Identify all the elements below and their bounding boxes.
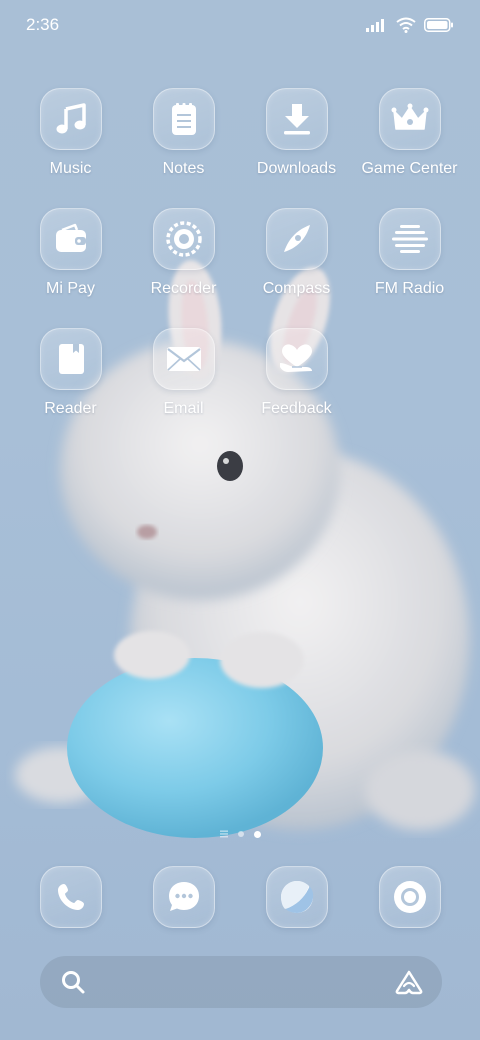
browser-icon [280,881,313,913]
app-compass[interactable]: Compass [240,208,353,298]
app-tile [265,88,328,150]
status-bar: 2:36 [0,0,480,50]
app-tile [39,88,102,150]
assistant-icon[interactable] [394,969,424,995]
app-label: Mi Pay [46,280,95,297]
app-tile [39,328,102,390]
camera-icon [393,881,426,913]
phone-icon [57,884,84,910]
app-label: Recorder [150,280,217,297]
status-icons [366,17,454,33]
menu-lines-icon [219,830,228,838]
app-feedback[interactable]: Feedback [240,328,353,418]
page-indicator[interactable] [0,830,480,838]
wifi-icon [396,17,416,33]
app-label: Downloads [256,160,337,177]
app-tile [378,866,441,928]
app-reader[interactable]: Reader [14,328,127,418]
download-icon [283,104,310,135]
notes-icon [171,103,196,135]
app-label: Compass [262,280,331,297]
dock [14,866,466,928]
app-tile [39,866,102,928]
dock-messages[interactable] [127,866,240,928]
status-time: 2:36 [26,15,60,34]
app-tile [265,328,328,390]
app-tile [265,208,328,270]
messages-icon [168,882,199,911]
app-label: Email [163,400,204,417]
page-dot[interactable] [237,831,244,837]
wallet-icon [55,223,86,252]
app-label: Notes [162,160,205,177]
battery-icon [424,18,453,32]
book-icon [58,344,84,374]
crown-icon [391,103,428,130]
app-game-center[interactable]: Game Center [353,88,466,178]
app-fm-radio[interactable]: FM Radio [353,208,466,298]
recorder-icon [165,221,202,257]
app-recorder[interactable]: Recorder [127,208,240,298]
music-icon [56,103,86,134]
app-label: FM Radio [374,280,445,297]
app-tile [265,866,328,928]
app-downloads[interactable]: Downloads [240,88,353,178]
search-bar[interactable] [40,956,442,1008]
app-grid: Music Notes Downloads Game Center Mi Pay… [14,88,466,418]
dock-phone[interactable] [14,866,127,928]
app-email[interactable]: Email [127,328,240,418]
app-tile [152,208,215,270]
app-label: Reader [44,400,97,417]
dock-camera[interactable] [353,866,466,928]
app-tile [152,328,215,390]
dock-browser[interactable] [240,866,353,928]
app-tile [39,208,102,270]
app-label: Feedback [261,400,332,417]
app-notes[interactable]: Notes [127,88,240,178]
mail-icon [166,347,201,371]
compass-icon [283,225,310,252]
app-tile [378,208,441,270]
feedback-heart-icon [279,344,312,372]
app-label: Music [49,160,92,177]
radio-icon [391,225,428,253]
app-music[interactable]: Music [14,88,127,178]
app-tile [152,866,215,928]
app-label: Game Center [361,160,458,177]
app-tile [378,88,441,150]
search-icon [62,971,85,994]
page-dot-active[interactable] [253,830,261,838]
app-mi-pay[interactable]: Mi Pay [14,208,127,298]
signal-icon [366,19,384,32]
app-tile [152,88,215,150]
